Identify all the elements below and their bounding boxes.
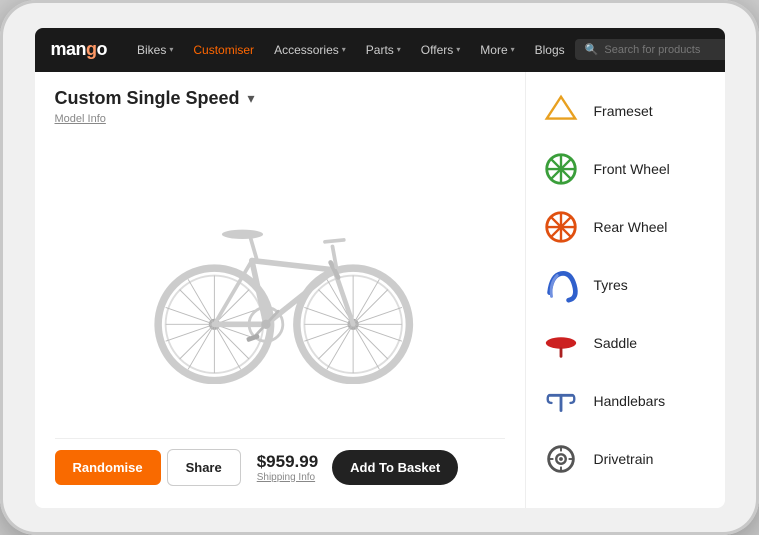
front-wheel-label: Front Wheel: [594, 161, 670, 177]
nav-offers[interactable]: Offers ▾: [411, 43, 470, 57]
frameset-icon: [540, 90, 582, 132]
front-wheel-icon: [540, 148, 582, 190]
tyres-icon: [540, 264, 582, 306]
drivetrain-label: Drivetrain: [594, 451, 654, 467]
chevron-down-icon: ▾: [511, 45, 515, 54]
price-block: $959.99 Shipping Info: [257, 452, 318, 483]
main-content: Custom Single Speed ▾ Model Info: [35, 72, 725, 508]
chevron-down-icon: ▾: [342, 45, 346, 54]
chevron-down-icon: ▾: [169, 45, 173, 54]
nav-links: Bikes ▾ Customiser Accessories ▾ Parts ▾…: [127, 43, 575, 57]
model-title: Custom Single Speed: [55, 88, 240, 109]
component-item-drivetrain[interactable]: Drivetrain: [526, 430, 725, 488]
search-input[interactable]: [604, 44, 724, 56]
chevron-down-icon: ▾: [456, 45, 460, 54]
nav-blogs[interactable]: Blogs: [525, 43, 575, 57]
model-selector[interactable]: Custom Single Speed ▾: [55, 88, 505, 109]
bike-svg: [130, 184, 430, 384]
drivetrain-icon: [540, 438, 582, 480]
search-bar[interactable]: 🔍: [575, 39, 725, 60]
model-dropdown-icon: ▾: [248, 90, 255, 107]
chevron-down-icon: ▾: [397, 45, 401, 54]
pedals-icon: [540, 496, 582, 508]
nav-bikes[interactable]: Bikes ▾: [127, 43, 183, 57]
component-item-frameset[interactable]: Frameset: [526, 82, 725, 140]
saddle-icon: [540, 322, 582, 364]
component-item-saddle[interactable]: Saddle: [526, 314, 725, 372]
logo-accent: g: [86, 39, 97, 60]
tablet-frame: mango Bikes ▾ Customiser Accessories ▾ P…: [0, 0, 759, 535]
frameset-label: Frameset: [594, 103, 653, 119]
component-item-pedals[interactable]: Pedals: [526, 488, 725, 508]
add-to-basket-button[interactable]: Add To Basket: [332, 450, 458, 485]
bottom-bar: Randomise Share $959.99 Shipping Info Ad…: [55, 438, 505, 492]
rear-wheel-label: Rear Wheel: [594, 219, 668, 235]
left-panel: Custom Single Speed ▾ Model Info: [35, 72, 525, 508]
model-info-link[interactable]: Model Info: [55, 113, 505, 125]
rear-wheel-icon: [540, 206, 582, 248]
navbar: mango Bikes ▾ Customiser Accessories ▾ P…: [35, 28, 725, 72]
shipping-info-link[interactable]: Shipping Info: [257, 472, 318, 483]
search-icon: 🔍: [585, 43, 599, 56]
share-button[interactable]: Share: [167, 449, 241, 486]
randomise-button[interactable]: Randomise: [55, 450, 161, 485]
nav-parts[interactable]: Parts ▾: [356, 43, 411, 57]
logo[interactable]: mango: [51, 39, 108, 60]
handlebars-label: Handlebars: [594, 393, 666, 409]
bike-image: [55, 135, 505, 434]
nav-accessories[interactable]: Accessories ▾: [264, 43, 356, 57]
price-value: $959.99: [257, 452, 318, 472]
component-item-front-wheel[interactable]: Front Wheel: [526, 140, 725, 198]
saddle-label: Saddle: [594, 335, 638, 351]
right-panel: Frameset Front Wheel: [525, 72, 725, 508]
tablet-screen: mango Bikes ▾ Customiser Accessories ▾ P…: [35, 28, 725, 508]
component-item-tyres[interactable]: Tyres: [526, 256, 725, 314]
component-item-handlebars[interactable]: Handlebars: [526, 372, 725, 430]
handlebars-icon: [540, 380, 582, 422]
nav-more[interactable]: More ▾: [470, 43, 524, 57]
tyres-label: Tyres: [594, 277, 628, 293]
nav-customiser[interactable]: Customiser: [183, 43, 264, 57]
component-item-rear-wheel[interactable]: Rear Wheel: [526, 198, 725, 256]
